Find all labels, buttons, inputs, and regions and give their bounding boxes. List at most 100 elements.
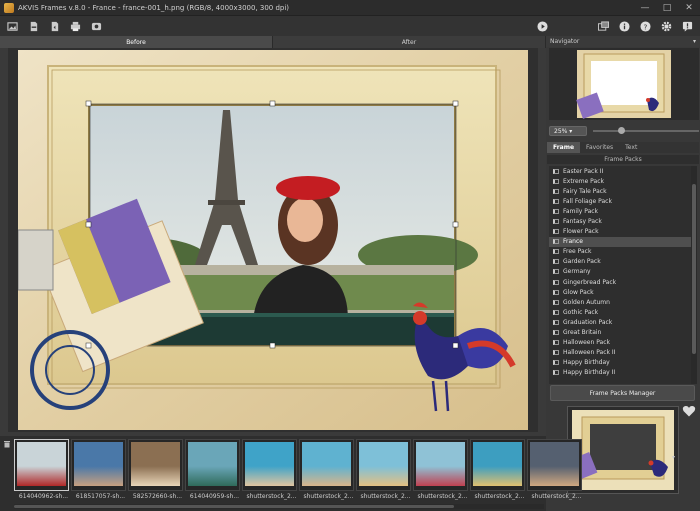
thumbnail-image xyxy=(74,442,123,486)
filmstrip-thumbnail[interactable]: shutterstock_2... xyxy=(242,439,297,500)
frame-pack-label: Extreme Pack xyxy=(563,177,604,185)
close-icon[interactable]: ✕ xyxy=(678,0,700,16)
flag-icon xyxy=(553,249,559,255)
filmstrip-thumbnail[interactable]: shutterstock_2... xyxy=(470,439,525,500)
frame-pack-item[interactable]: Halloween Pack xyxy=(549,338,691,348)
frame-pack-label: Halloween Pack xyxy=(563,339,610,347)
frame-pack-item[interactable]: Happy Birthday xyxy=(549,358,691,368)
filmstrip-scrollbar[interactable] xyxy=(14,504,544,509)
frame-pack-item[interactable]: Fall Foliage Pack xyxy=(549,196,691,206)
thumbnail-image xyxy=(17,442,66,486)
filmstrip-scroll-thumb[interactable] xyxy=(14,505,454,508)
thumbnail-caption: shutterstock_2... xyxy=(360,493,411,500)
frame-pack-item[interactable]: Glow Pack xyxy=(549,287,691,297)
navigator-preview[interactable] xyxy=(549,48,699,120)
flag-icon xyxy=(553,340,559,346)
toolbar: ? xyxy=(0,16,700,36)
run-icon[interactable] xyxy=(533,18,551,34)
zoom-slider[interactable] xyxy=(593,127,699,134)
settings-icon[interactable] xyxy=(657,18,675,34)
thumbnail-image xyxy=(473,442,522,486)
thumbnail-image xyxy=(359,442,408,486)
help-icon[interactable]: ? xyxy=(636,18,654,34)
frame-pack-item[interactable]: Happy Birthday II xyxy=(549,368,691,378)
open-image-icon[interactable] xyxy=(3,18,21,34)
trash-icon[interactable] xyxy=(3,440,11,448)
filmstrip-thumbnail[interactable]: shutterstock_2... xyxy=(299,439,354,500)
print-icon[interactable] xyxy=(66,18,84,34)
thumbnail-image xyxy=(131,442,180,486)
frame-pack-item[interactable]: Free Pack xyxy=(549,247,691,257)
frame-pack-item[interactable]: Gingerbread Pack xyxy=(549,277,691,287)
thumbnail-image xyxy=(188,442,237,486)
frame-packs-manager-button[interactable]: Frame Packs Manager xyxy=(550,385,695,401)
frame-pack-item[interactable]: Halloween Pack II xyxy=(549,348,691,358)
frame-pack-item[interactable]: Great Britain xyxy=(549,328,691,338)
frame-pack-item[interactable]: Golden Autumn xyxy=(549,297,691,307)
heart-icon[interactable] xyxy=(682,404,696,418)
frame-pack-item[interactable]: Flower Pack xyxy=(549,227,691,237)
zoom-select[interactable]: 25% ▾ xyxy=(549,126,587,136)
frame-pack-label: Family Pack xyxy=(563,207,599,215)
tab-text[interactable]: Text xyxy=(619,142,643,153)
flag-icon xyxy=(553,370,559,376)
tab-before[interactable]: Before xyxy=(0,36,273,48)
thumbnail-image xyxy=(245,442,294,486)
framed-photo[interactable] xyxy=(18,50,528,430)
flag-icon xyxy=(553,279,559,285)
chevron-down-icon[interactable]: ▾ xyxy=(672,454,675,461)
flag-icon xyxy=(553,168,559,174)
thumbnail-image xyxy=(530,442,579,486)
tab-after[interactable]: After xyxy=(273,36,546,48)
svg-text:?: ? xyxy=(643,22,647,31)
frame-packs-scroll-thumb[interactable] xyxy=(692,184,696,354)
zoom-slider-knob[interactable] xyxy=(618,127,625,134)
save-icon[interactable] xyxy=(24,18,42,34)
filmstrip-thumbnail[interactable]: 618517057-sh... xyxy=(71,439,126,500)
flag-icon xyxy=(553,299,559,305)
flag-icon xyxy=(553,229,559,235)
frame-pack-item[interactable]: Fairy Tale Pack xyxy=(549,186,691,196)
filmstrip-thumbnail[interactable]: 582572660-sh... xyxy=(128,439,183,500)
tab-favorites[interactable]: Favorites xyxy=(580,142,619,153)
frame-pack-item[interactable]: Gothic Pack xyxy=(549,307,691,317)
minimize-icon[interactable]: — xyxy=(634,0,656,16)
flag-icon xyxy=(553,219,559,225)
flag-icon xyxy=(553,239,559,245)
frame-pack-item[interactable]: France xyxy=(549,236,691,247)
frame-pack-label: Golden Autumn xyxy=(563,298,610,306)
thumbnail-caption: 618517057-sh... xyxy=(75,493,126,500)
filmstrip-thumbnail[interactable]: shutterstock_2... xyxy=(413,439,468,500)
export-icon[interactable] xyxy=(45,18,63,34)
filmstrip-thumbnail[interactable]: shutterstock_2... xyxy=(356,439,411,500)
notification-icon[interactable] xyxy=(678,18,696,34)
frame-pack-item[interactable]: Extreme Pack xyxy=(549,176,691,186)
info-icon[interactable] xyxy=(615,18,633,34)
chevron-down-icon[interactable]: ▾ xyxy=(693,38,696,45)
app-icon xyxy=(4,2,14,13)
image-canvas[interactable] xyxy=(8,48,538,432)
navigator-header: Navigator ▾ xyxy=(546,36,700,47)
frame-packs-scrollbar[interactable] xyxy=(691,166,697,384)
frame-pack-label: Gothic Pack xyxy=(563,308,599,316)
flag-icon xyxy=(553,269,559,275)
frame-pack-item[interactable]: Fantasy Pack xyxy=(549,216,691,226)
workspace-icon[interactable] xyxy=(594,18,612,34)
filmstrip-thumbnail[interactable]: 614040959-sh... xyxy=(185,439,240,500)
share-icon[interactable] xyxy=(87,18,105,34)
flag-icon xyxy=(553,198,559,204)
frame-pack-item[interactable]: Germany xyxy=(549,267,691,277)
tab-frame[interactable]: Frame xyxy=(547,142,581,153)
filmstrip-thumbnail[interactable]: shutterstock_2... xyxy=(527,439,582,500)
window-title: AKVIS Frames v.8.0 - France - france-001… xyxy=(18,3,290,12)
filmstrip-thumbnail[interactable]: 614040962-sh... xyxy=(14,439,69,500)
frame-pack-item[interactable]: Family Pack xyxy=(549,206,691,216)
thumbnail-image xyxy=(302,442,351,486)
frame-pack-item[interactable]: Easter Pack II xyxy=(549,166,691,176)
flag-icon xyxy=(553,178,559,184)
frame-pack-item[interactable]: Graduation Pack xyxy=(549,317,691,327)
frame-preview[interactable] xyxy=(567,406,679,494)
frame-pack-item[interactable]: Garden Pack xyxy=(549,257,691,267)
flag-icon xyxy=(553,289,559,295)
maximize-icon[interactable]: □ xyxy=(656,0,678,16)
